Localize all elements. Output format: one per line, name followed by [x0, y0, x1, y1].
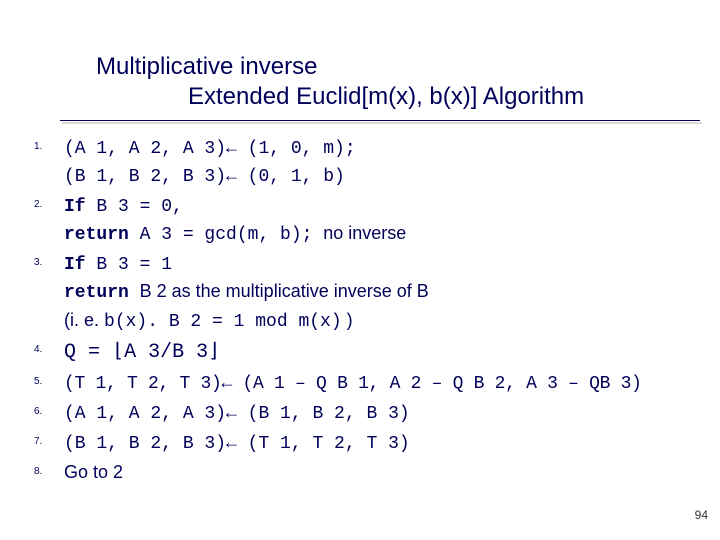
step-number: 1.	[34, 134, 64, 152]
code: B 3 = 1	[96, 255, 172, 275]
step-text: Go to 2	[64, 459, 704, 485]
step-text: (A 1, A 2, A 3)← (B 1, B 2, B 3)	[64, 399, 704, 427]
code: Q =	[64, 341, 112, 364]
code: (0, 1, b)	[237, 167, 345, 187]
keyword-return: return	[64, 225, 140, 245]
arrow-icon: ←	[226, 404, 237, 424]
keyword-if: If	[64, 197, 96, 217]
slide-title: Multiplicative inverse Extended Euclid[m…	[96, 52, 716, 112]
step-7: 7. (B 1, B 2, B 3)← (T 1, T 2, T 3)	[34, 429, 704, 457]
step-text: If B 3 = 0, return A 3 = gcd(m, b); no i…	[64, 192, 704, 248]
floor-left-icon: ⌊	[112, 341, 124, 364]
step-number: 7.	[34, 429, 64, 447]
step-number: 6.	[34, 399, 64, 417]
title-line-1: Multiplicative inverse	[96, 52, 716, 82]
step-8: 8. Go to 2	[34, 459, 704, 485]
step-text: (B 1, B 2, B 3)← (T 1, T 2, T 3)	[64, 429, 704, 457]
step-text: (T 1, T 2, T 3)← (A 1 – Q B 1, A 2 – Q B…	[64, 369, 704, 397]
code: (B 1, B 2, B 3)	[64, 434, 226, 454]
step-number: 5.	[34, 369, 64, 387]
annotation: no inverse	[323, 223, 406, 243]
arrow-icon: ←	[226, 139, 237, 159]
keyword-return: return	[64, 283, 140, 303]
code: (A 1, A 2, A 3)	[64, 139, 226, 159]
annotation: (i. e.	[64, 310, 104, 330]
step-3: 3. If B 3 = 1 return B 2 as the multipli…	[34, 250, 704, 334]
code: (A 1, A 2, A 3)	[64, 404, 226, 424]
code: (B 1, B 2, B 3)	[64, 167, 226, 187]
title-underline-shadow	[62, 122, 702, 124]
title-underline	[60, 120, 700, 121]
step-text: If B 3 = 1 return B 2 as the multiplicat…	[64, 250, 704, 334]
code: (A 1 – Q B 1, A 2 – Q B 2, A 3 – QB 3)	[232, 374, 642, 394]
title-line-2: Extended Euclid[m(x), b(x)] Algorithm	[96, 82, 716, 112]
step-1: 1. (A 1, A 2, A 3)← (1, 0, m); (B 1, B 2…	[34, 134, 704, 190]
code: (T 1, T 2, T 3)	[64, 374, 222, 394]
step-text: (A 1, A 2, A 3)← (1, 0, m); (B 1, B 2, B…	[64, 134, 704, 190]
step-4: 4. Q = ⌊A 3/B 3⌋	[34, 337, 704, 367]
annotation: B 2 as the multiplicative inverse of B	[140, 281, 429, 301]
step-2: 2. If B 3 = 0, return A 3 = gcd(m, b); n…	[34, 192, 704, 248]
code: b(x). B 2 = 1 mod m(x)	[104, 312, 342, 332]
step-text: Q = ⌊A 3/B 3⌋	[64, 337, 704, 367]
arrow-icon: ←	[226, 434, 237, 454]
arrow-icon: ←	[222, 374, 233, 394]
floor-right-icon: ⌋	[208, 341, 220, 364]
code: B 3 = 0,	[96, 197, 182, 217]
annotation: )	[342, 310, 353, 330]
step-5: 5. (T 1, T 2, T 3)← (A 1 – Q B 1, A 2 – …	[34, 369, 704, 397]
page-number: 94	[695, 508, 708, 522]
step-number: 2.	[34, 192, 64, 210]
algorithm-body: 1. (A 1, A 2, A 3)← (1, 0, m); (B 1, B 2…	[34, 134, 704, 487]
code: A 3/B 3	[124, 341, 208, 364]
code: (1, 0, m);	[237, 139, 356, 159]
step-number: 3.	[34, 250, 64, 268]
keyword-if: If	[64, 255, 96, 275]
slide: Multiplicative inverse Extended Euclid[m…	[0, 0, 720, 540]
step-number: 8.	[34, 459, 64, 477]
step-6: 6. (A 1, A 2, A 3)← (B 1, B 2, B 3)	[34, 399, 704, 427]
code: A 3 = gcd(m, b);	[140, 225, 324, 245]
code: (B 1, B 2, B 3)	[237, 404, 410, 424]
arrow-icon: ←	[226, 167, 237, 187]
code: (T 1, T 2, T 3)	[237, 434, 410, 454]
step-number: 4.	[34, 337, 64, 355]
